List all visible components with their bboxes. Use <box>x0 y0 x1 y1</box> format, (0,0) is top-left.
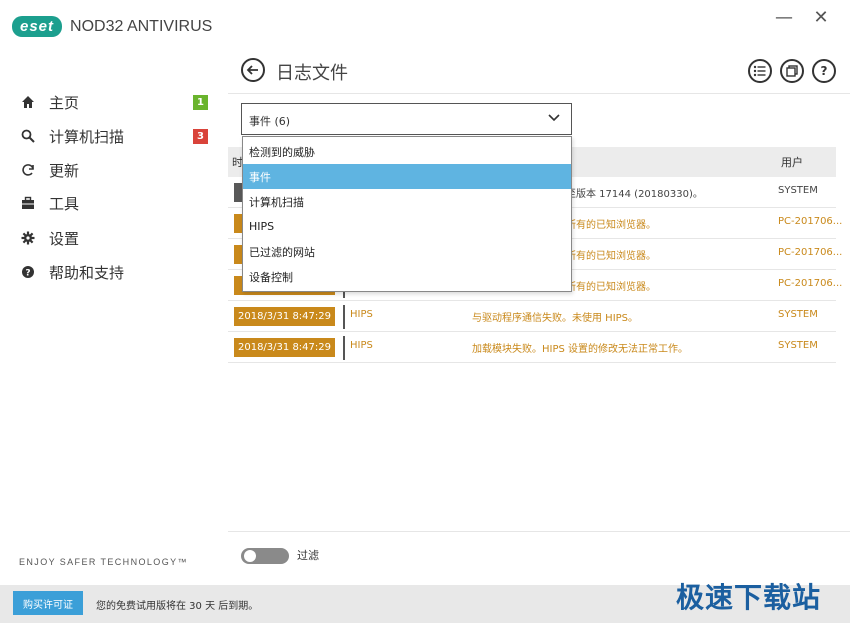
sidebar: 主页 1 计算机扫描 3 更新 工具 设置 ? 帮助和支持 ENJOY SAFE… <box>0 0 228 585</box>
event-description: 至版本 17144 (20180330)。 <box>566 189 703 200</box>
event-user: SYSTEM <box>778 185 818 196</box>
option-computer-scan[interactable]: 计算机扫描 <box>243 189 571 214</box>
event-time: 2018/3/31 8:47:29 <box>234 307 335 326</box>
buy-license-button[interactable]: 购买许可证 <box>13 591 83 615</box>
event-description: 与驱动程序通信失败。未使用 HIPS。 <box>472 313 639 324</box>
row-separator <box>343 305 345 329</box>
close-button[interactable]: ✕ <box>809 6 833 28</box>
filter-toggle[interactable] <box>241 548 289 564</box>
event-user: SYSTEM <box>778 309 818 320</box>
option-events[interactable]: 事件 <box>243 164 571 189</box>
header-divider <box>228 93 850 94</box>
option-filtered-websites[interactable]: 已过滤的网站 <box>243 239 571 264</box>
help-icon: ? <box>820 64 828 78</box>
sidebar-item-label: 更新 <box>49 161 80 180</box>
option-device-control[interactable]: 设备控制 <box>243 264 571 289</box>
trial-message: 您的免费试用版将在 30 天 后到期。 <box>96 601 259 612</box>
toolbox-icon <box>20 195 36 211</box>
tagline: ENJOY SAFER TECHNOLOGY™ <box>19 557 188 567</box>
sidebar-item-tools[interactable]: 工具 <box>20 190 210 216</box>
event-user: PC-201706... <box>778 216 843 227</box>
select-value: 事件 (6) <box>249 115 291 128</box>
option-hips[interactable]: HIPS <box>243 214 571 239</box>
table-row[interactable]: 2018/3/31 8:47:29 HIPS 与驱动程序通信失败。未使用 HIPS。… <box>228 301 836 332</box>
arrow-left-icon <box>246 65 258 75</box>
search-icon <box>20 128 36 144</box>
event-user: SYSTEM <box>778 340 818 351</box>
row-separator <box>343 336 345 360</box>
sidebar-item-label: 帮助和支持 <box>49 263 125 282</box>
sidebar-item-label: 设置 <box>49 229 80 248</box>
notification-badge: 3 <box>193 128 208 144</box>
event-user: PC-201706... <box>778 278 843 289</box>
column-header-user[interactable]: 用户 <box>781 154 803 170</box>
filter-label: 过滤 <box>297 549 319 562</box>
list-icon <box>753 65 766 77</box>
event-description: 所有的已知浏览器。 <box>566 220 656 231</box>
sidebar-item-home[interactable]: 主页 1 <box>20 89 210 115</box>
log-type-select[interactable]: 事件 (6) <box>241 103 572 135</box>
page-title: 日志文件 <box>276 63 348 84</box>
event-module: HIPS <box>350 340 373 351</box>
chevron-down-icon <box>547 110 561 128</box>
watermark: 极速下载站 <box>676 581 822 614</box>
help-button[interactable]: ? <box>812 59 836 83</box>
event-description: 所有的已知浏览器。 <box>566 282 656 293</box>
event-module: HIPS <box>350 309 373 320</box>
copy-icon <box>786 65 798 77</box>
sidebar-item-label: 主页 <box>49 93 80 112</box>
copy-button[interactable] <box>780 59 804 83</box>
help-icon: ? <box>20 264 36 280</box>
minimize-icon: — <box>775 6 793 28</box>
event-time: 2018/3/31 8:47:29 <box>234 338 335 357</box>
svg-text:?: ? <box>25 269 30 279</box>
toggle-knob <box>244 550 256 562</box>
event-user: PC-201706... <box>778 247 843 258</box>
list-view-button[interactable] <box>748 59 772 83</box>
minimize-button[interactable]: — <box>772 6 796 28</box>
log-type-options: 检测到的威胁 事件 计算机扫描 HIPS 已过滤的网站 设备控制 <box>242 136 572 292</box>
gear-icon <box>20 230 36 246</box>
sidebar-item-computer-scan[interactable]: 计算机扫描 3 <box>20 123 210 149</box>
sidebar-item-label: 计算机扫描 <box>49 127 125 146</box>
footer-divider <box>228 531 850 532</box>
event-description: 加载模块失败。HIPS 设置的修改无法正常工作。 <box>472 344 689 355</box>
back-button[interactable] <box>241 58 265 82</box>
notification-badge: 1 <box>193 94 208 110</box>
sidebar-item-update[interactable]: 更新 <box>20 157 210 183</box>
sidebar-item-label: 工具 <box>49 194 80 213</box>
sidebar-item-settings[interactable]: 设置 <box>20 225 210 251</box>
close-icon: ✕ <box>813 6 829 28</box>
event-description: 所有的已知浏览器。 <box>566 251 656 262</box>
option-detected-threats[interactable]: 检测到的威胁 <box>243 139 571 164</box>
sidebar-item-help[interactable]: ? 帮助和支持 <box>20 259 210 285</box>
home-icon <box>20 94 36 110</box>
table-row[interactable]: 2018/3/31 8:47:29 HIPS 加载模块失败。HIPS 设置的修改无法… <box>228 332 836 363</box>
refresh-icon <box>20 162 36 178</box>
